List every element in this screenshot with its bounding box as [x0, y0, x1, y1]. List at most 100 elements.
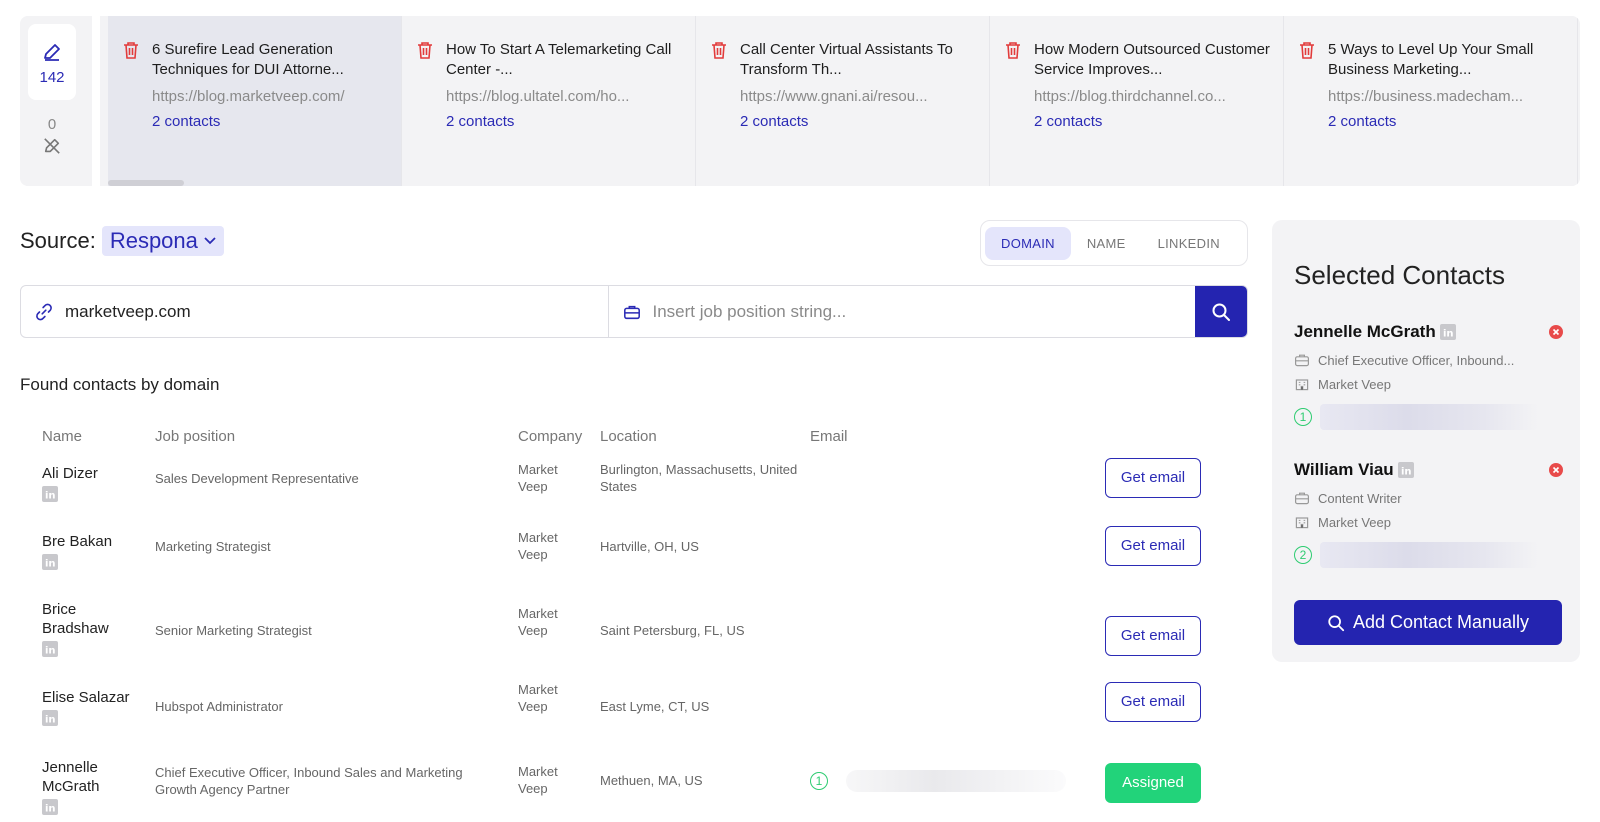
remove-icon[interactable] — [1548, 324, 1564, 340]
contact-name: Elise Salazar in — [42, 689, 130, 726]
job-position: Hubspot Administrator — [155, 699, 283, 714]
source-selector: Source: Respona — [20, 226, 224, 256]
assigned-button[interactable]: Assigned — [1105, 763, 1201, 803]
inactive-count: 0 — [47, 116, 57, 133]
tab-domain[interactable]: DOMAIN — [985, 226, 1071, 260]
trash-icon[interactable] — [1298, 40, 1320, 186]
selected-contact-position: Chief Executive Officer, Inbound... — [1294, 352, 1564, 368]
strip-scrollbar[interactable] — [108, 180, 184, 186]
linkedin-icon[interactable]: in — [42, 554, 58, 570]
svg-text:in: in — [45, 559, 56, 570]
linkedin-icon[interactable]: in — [1397, 462, 1414, 478]
selected-contacts-panel: Selected Contacts Jennelle McGrath in Chi… — [1272, 220, 1580, 662]
contact-name: Bre Bakan in — [42, 533, 113, 570]
svg-text:in: in — [1401, 467, 1412, 478]
pencil-icon — [44, 44, 60, 61]
chevron-down-icon — [204, 237, 216, 245]
linkedin-icon[interactable]: in — [1439, 324, 1456, 340]
page-title: 6 Surefire Lead Generation Techniques fo… — [152, 41, 344, 78]
page-title: How Modern Outsourced Customer Service I… — [1034, 41, 1270, 78]
page-card-partial[interactable] — [1578, 16, 1580, 186]
selected-contact-email: 1 — [1294, 404, 1564, 430]
page-card[interactable]: How Modern Outsourced Customer Service I… — [990, 16, 1284, 186]
tab-name[interactable]: NAME — [1071, 227, 1142, 260]
active-pages-counter[interactable]: 142 — [28, 24, 76, 100]
trash-icon[interactable] — [710, 40, 732, 186]
location: East Lyme, CT, US — [600, 699, 710, 714]
page-title: How To Start A Telemarketing Call Center… — [446, 41, 672, 78]
email-redacted — [846, 770, 1066, 792]
selected-contact-name: William Viau in — [1294, 460, 1564, 480]
svg-text:in: in — [45, 804, 56, 815]
page-card[interactable]: 6 Surefire Lead Generation Techniques fo… — [108, 16, 402, 186]
tab-linkedin[interactable]: LINKEDIN — [1142, 227, 1236, 260]
linkedin-icon[interactable]: in — [42, 799, 58, 815]
page-contacts-count[interactable]: 2 contacts — [1034, 113, 1271, 130]
job-position-field[interactable]: Insert job position string... — [609, 286, 1196, 337]
trash-icon[interactable] — [416, 40, 438, 186]
selected-contact: Jennelle McGrath in Chief Executive Offic… — [1294, 322, 1564, 430]
selected-contact: William Viau in Content Writer Market Vee… — [1294, 460, 1564, 568]
page-contacts-count[interactable]: 2 contacts — [740, 113, 977, 130]
contact-name: Ali Dizer in — [42, 465, 98, 502]
get-email-button[interactable]: Get email — [1105, 526, 1201, 566]
add-contact-label: Add Contact Manually — [1352, 612, 1530, 632]
pages-strip: 142 0 6 Surefire Lead Generation Techniq… — [20, 16, 1580, 186]
email-index-badge: 1 — [1294, 408, 1312, 426]
inactive-pages-counter[interactable]: 0 — [28, 116, 76, 159]
trash-icon[interactable] — [122, 40, 144, 186]
page-url: https://www.gnani.ai/resou... — [740, 88, 928, 105]
linkedin-icon[interactable]: in — [42, 641, 58, 657]
column-job: Job position — [155, 428, 236, 445]
svg-text:in: in — [1443, 329, 1454, 340]
email-redacted — [1320, 542, 1538, 568]
page-card[interactable]: How To Start A Telemarketing Call Center… — [402, 16, 696, 186]
location: Methuen, MA, US — [600, 773, 703, 788]
trash-icon[interactable] — [1004, 40, 1026, 186]
domain-field[interactable]: marketveep.com — [21, 286, 609, 337]
selected-contact-name: Jennelle McGrath in — [1294, 322, 1564, 342]
briefcase-icon — [1295, 492, 1309, 505]
search-icon — [1212, 303, 1230, 321]
selected-contact-company: Market Veep — [1294, 514, 1564, 530]
panel-title: Selected Contacts — [1294, 260, 1506, 290]
remove-icon[interactable] — [1548, 462, 1564, 478]
source-dropdown[interactable]: Respona — [101, 226, 224, 256]
svg-text:in: in — [45, 646, 56, 657]
page-contacts-count[interactable]: 2 contacts — [152, 113, 389, 130]
column-email: Email — [810, 428, 848, 445]
pages-counter-column: 142 0 — [20, 16, 100, 186]
get-email-button[interactable]: Get email — [1105, 682, 1201, 722]
search-bar: marketveep.com Insert job position strin… — [20, 285, 1248, 338]
link-icon — [36, 303, 52, 320]
job-position-placeholder: Insert job position string... — [652, 301, 847, 321]
page-cards: 6 Surefire Lead Generation Techniques fo… — [108, 16, 1580, 186]
email-redacted — [1320, 404, 1538, 430]
search-mode-tabs: DOMAIN NAME LINKEDIN — [980, 220, 1248, 266]
job-position: Chief Executive Officer, Inbound Sales a… — [155, 765, 463, 797]
page-title: 5 Ways to Level Up Your Small Business M… — [1328, 41, 1534, 78]
domain-input-value: marketveep.com — [65, 301, 191, 321]
get-email-button[interactable]: Get email — [1105, 458, 1201, 498]
add-contact-manually-button[interactable]: Add Contact Manually — [1294, 600, 1562, 645]
page-contacts-count[interactable]: 2 contacts — [1328, 113, 1565, 130]
company: Market Veep — [518, 462, 558, 494]
page-card[interactable]: 5 Ways to Level Up Your Small Business M… — [1284, 16, 1578, 186]
briefcase-icon — [623, 305, 640, 319]
building-icon — [1295, 517, 1309, 529]
page-url: https://blog.thirdchannel.co... — [1034, 88, 1226, 105]
linkedin-icon[interactable]: in — [42, 486, 58, 502]
selected-contact-company: Market Veep — [1294, 376, 1564, 392]
job-position: Senior Marketing Strategist — [155, 623, 312, 638]
search-button[interactable] — [1195, 286, 1247, 337]
page-contacts-count[interactable]: 2 contacts — [446, 113, 683, 130]
linkedin-icon[interactable]: in — [42, 710, 58, 726]
get-email-button[interactable]: Get email — [1105, 616, 1201, 656]
location: Saint Petersburg, FL, US — [600, 623, 745, 638]
column-name: Name — [42, 428, 83, 445]
search-icon — [1328, 614, 1345, 631]
page-card[interactable]: Call Center Virtual Assistants To Transf… — [696, 16, 990, 186]
company: Market Veep — [518, 606, 558, 638]
svg-text:in: in — [45, 715, 56, 726]
contact-name: Jennelle McGrath in — [42, 759, 100, 815]
